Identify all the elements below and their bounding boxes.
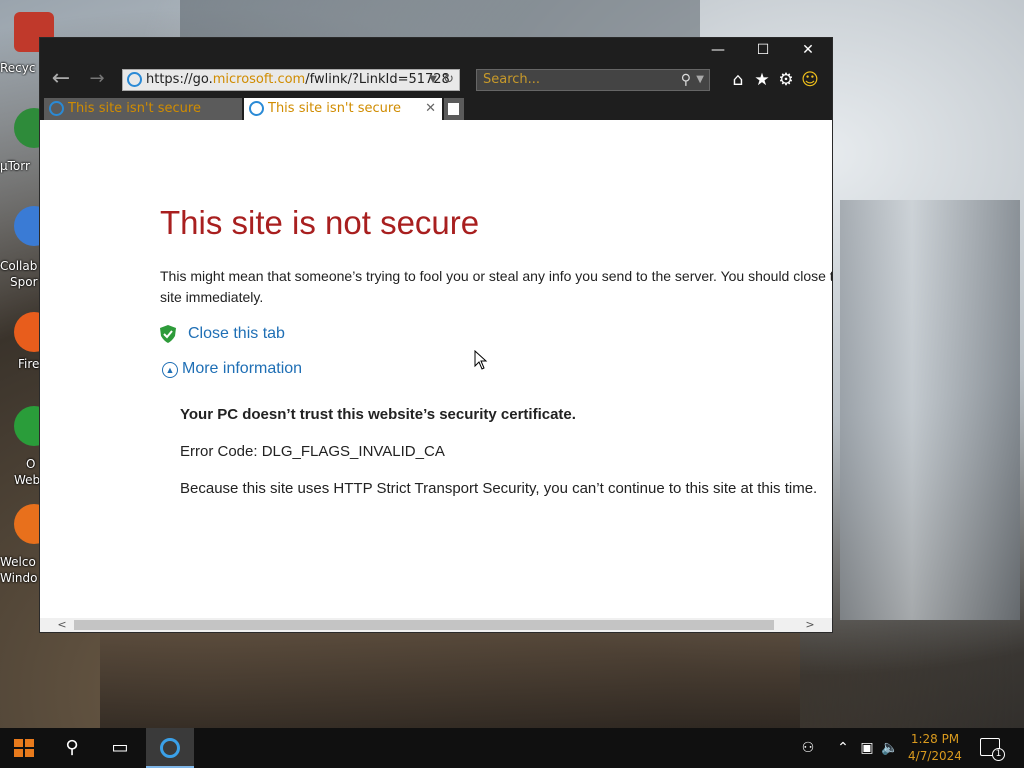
close-tab-label: Close this tab [188,325,285,342]
refresh-icon[interactable]: ↻ [443,70,454,90]
home-icon[interactable]: ⌂ [727,69,749,91]
action-center-button[interactable]: 1 [980,738,1005,761]
desktop-icon-web[interactable]: O Web [0,406,54,487]
desktop-icon-label: Recyc [0,61,36,75]
gear-icon[interactable]: ⚙ [775,69,797,91]
volume-muted-icon[interactable]: 🔈 [880,728,900,768]
tab-bar: This site isn't secure This site isn't s… [40,98,832,120]
green-shield-icon [160,325,176,343]
title-bar: — ☐ ✕ ← → https://go.microsoft.com/fwlin… [40,38,832,98]
page-content: This site is not secure This might mean … [40,120,832,618]
search-taskbar-button[interactable]: ⚲ [48,728,96,768]
ie-icon [127,72,142,87]
desktop-icon-utorrent[interactable]: µTorr [0,108,54,173]
task-view-button[interactable]: ▭ [96,728,144,768]
search-box[interactable]: Search... ⚲ ▼ [476,69,710,91]
error-code: Error Code: DLG_FLAGS_INVALID_CA [180,443,445,460]
url-text: https://go.microsoft.com/fwlink/?LinkId=… [146,72,450,87]
chevron-down-icon[interactable]: ▼ [429,70,437,90]
desktop-icon-label: µTorr [0,159,30,173]
ie-icon [49,101,64,116]
ie-icon [160,738,180,758]
browser-window: — ☐ ✕ ← → https://go.microsoft.com/fwlin… [39,37,833,633]
tab-2-active[interactable]: This site isn't secure ✕ [244,98,442,120]
desktop-icon-collab[interactable]: Collab Spor [0,206,54,289]
close-tab-icon[interactable]: ✕ [425,98,436,120]
mouse-cursor-icon [474,350,488,370]
address-bar[interactable]: https://go.microsoft.com/fwlink/?LinkId=… [122,69,460,91]
minimize-button[interactable]: — [696,38,740,62]
favorites-star-icon[interactable]: ★ [751,69,773,91]
back-button[interactable]: ← [46,66,76,94]
desktop-icon-label: Welco [0,555,36,569]
close-window-button[interactable]: ✕ [786,38,830,62]
chevron-down-icon[interactable]: ▼ [696,70,704,90]
wallpaper-shape [180,0,700,40]
taskbar-internet-explorer[interactable] [146,728,194,768]
smiley-feedback-icon[interactable]: ☺ [799,69,821,91]
ie-icon [249,101,264,116]
chevron-up-circle-icon: ▲ [162,362,178,378]
hsts-message: Because this site uses HTTP Strict Trans… [180,480,818,497]
forward-button[interactable]: → [82,66,112,94]
tab-title: This site isn't secure [68,101,201,116]
page-title: This site is not secure [160,204,480,241]
desktop-icon-welcome[interactable]: Welco Windo [0,504,54,585]
tab-1[interactable]: This site isn't secure [44,98,242,120]
windows-logo-icon [14,739,34,757]
more-information-label: More information [182,360,303,377]
new-tab-icon [448,103,459,115]
clock[interactable]: 1:28 PM 4/7/2024 [900,731,970,765]
search-icon[interactable]: ⚲ [681,70,691,90]
maximize-button[interactable]: ☐ [741,38,785,62]
clock-date: 4/7/2024 [908,749,962,763]
task-view-icon: ▭ [111,737,129,758]
desktop-icon-label: Collab [0,259,38,273]
people-icon[interactable]: ⚇ [796,728,820,768]
error-description: This might mean that someone’s trying to… [160,268,832,305]
network-icon[interactable]: ▣ [856,728,878,768]
chevron-up-icon[interactable]: ⌃ [834,728,852,768]
clock-time: 1:28 PM [910,732,960,746]
horizontal-scrollbar[interactable]: < > [40,618,832,632]
desktop-icon-firefox[interactable]: Fire [0,312,54,371]
certificate-message: Your PC doesn’t trust this website’s sec… [180,406,576,423]
notification-count-badge: 1 [992,748,1005,761]
tab-title: This site isn't secure [268,101,401,116]
wallpaper-shape [840,200,1020,620]
new-tab-button[interactable] [444,98,464,120]
arrow-left-icon: ← [51,66,71,91]
taskbar: ⚲ ▭ ⚇ ⌃ ▣ 🔈 1:28 PM 4/7/2024 1 [0,728,1024,768]
wallpaper-shape [100,630,800,730]
desktop-icon-label: Windo [0,571,38,585]
start-button[interactable] [0,728,48,768]
scroll-left-icon[interactable]: < [54,618,70,632]
desktop-icon-recycle-bin[interactable]: Recyc [0,12,54,75]
arrow-right-icon: → [89,68,105,89]
search-icon: ⚲ [65,737,79,758]
scrollbar-thumb[interactable] [74,620,774,630]
scroll-right-icon[interactable]: > [802,618,818,632]
search-placeholder: Search... [483,72,541,87]
